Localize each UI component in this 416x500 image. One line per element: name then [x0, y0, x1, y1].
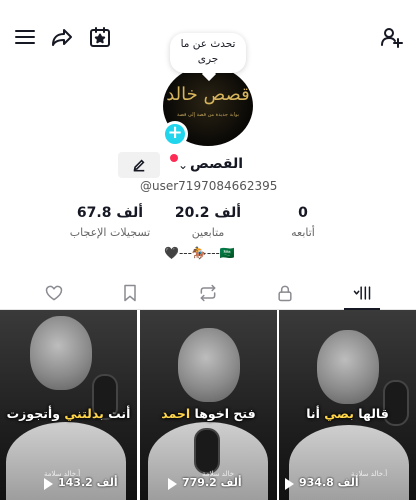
- profile-bio: 🖤---🏇---🇸🇦: [164, 246, 235, 260]
- following-stat[interactable]: 0 أتابعه: [272, 205, 334, 239]
- video-thumbnail[interactable]: قالها بصي أنا أ.خالد سلامة 934.8 ألف: [279, 310, 416, 500]
- video-views: 143.2 ألف: [0, 476, 137, 492]
- tab-favorites[interactable]: [100, 276, 160, 309]
- profile-stats: 0 أتابعه 20.2 ألف متابعين 67.8 ألف تسجيل…: [0, 205, 416, 245]
- video-views: 934.8 ألف: [279, 476, 416, 492]
- avatar-logo-text: قصص خالد: [166, 84, 250, 105]
- menu-icon[interactable]: [12, 24, 38, 50]
- followers-stat[interactable]: 20.2 ألف متابعين: [168, 205, 248, 239]
- profile-name: القصص: [190, 156, 244, 172]
- following-count: 0: [298, 205, 308, 221]
- followers-count: 20.2 ألف: [174, 205, 242, 221]
- content-tabs: [0, 276, 416, 310]
- calendar-star-icon[interactable]: [87, 24, 113, 50]
- heart-icon: [45, 285, 63, 300]
- video-grid: قالها بصي أنا أ.خالد سلامة 934.8 ألف فتح…: [0, 310, 416, 500]
- video-caption: فتح اخوها احمد: [161, 406, 256, 421]
- status-line-1: تحدث عن ما: [180, 38, 236, 50]
- status-bubble[interactable]: تحدث عن ما جرى: [170, 33, 246, 73]
- followers-label: متابعين: [191, 226, 225, 239]
- profile-handle: @user7197084662395: [140, 179, 278, 193]
- avatar-logo-subtext: بوابة جديدة من قصة إلى قصة: [176, 112, 240, 118]
- bookmark-icon: [124, 284, 136, 301]
- videos-grid-icon: [353, 285, 371, 300]
- status-line-2: جرى: [197, 53, 219, 65]
- chevron-down-icon[interactable]: ⌄: [178, 158, 188, 172]
- add-friend-icon[interactable]: [378, 24, 404, 50]
- tab-private[interactable]: [255, 276, 315, 309]
- notification-dot: [170, 154, 178, 162]
- likes-stat[interactable]: 67.8 ألف تسجيلات الإعجاب: [60, 205, 160, 239]
- tab-videos[interactable]: [332, 276, 392, 310]
- speaker-face: [317, 330, 379, 404]
- tab-reposts[interactable]: [178, 276, 238, 309]
- following-label: أتابعه: [291, 226, 315, 239]
- tab-liked[interactable]: [24, 276, 84, 309]
- add-story-button[interactable]: +: [162, 121, 188, 147]
- share-icon[interactable]: [49, 24, 75, 50]
- likes-count: 67.8 ألف: [76, 205, 144, 221]
- microphone: [194, 428, 220, 474]
- speaker-face: [178, 328, 240, 402]
- likes-label: تسجيلات الإعجاب: [69, 226, 151, 239]
- play-icon: [44, 478, 53, 490]
- video-thumbnail[interactable]: أنت بدلتني وأتجوزت أ.خالد سلامة 143.2 أل…: [0, 310, 137, 500]
- video-caption: أنت بدلتني وأتجوزت: [6, 406, 131, 421]
- edit-profile-button[interactable]: [118, 152, 160, 178]
- play-icon: [285, 478, 294, 490]
- video-thumbnail[interactable]: فتح اخوها احمد خالد سلامة 779.2 ألف: [140, 310, 277, 500]
- pencil-icon: [133, 159, 145, 172]
- speaker-face: [30, 316, 92, 390]
- play-icon: [168, 478, 177, 490]
- repost-icon: [200, 284, 216, 301]
- video-views: 779.2 ألف: [140, 476, 277, 492]
- lock-icon: [278, 285, 292, 301]
- video-caption: قالها بصي أنا: [306, 406, 389, 421]
- profile-name-row: ⌄ القصص: [118, 152, 298, 180]
